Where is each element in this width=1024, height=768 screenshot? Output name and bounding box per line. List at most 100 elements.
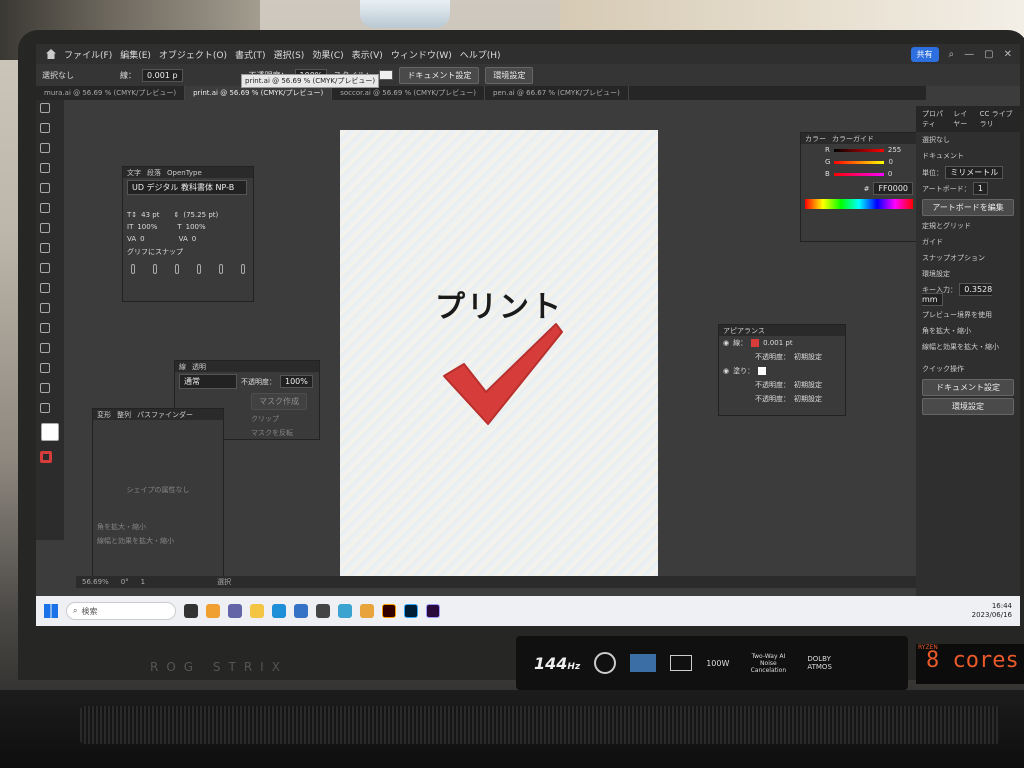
make-mask-button[interactable]: マスク作成 [251, 393, 307, 410]
search-icon[interactable]: ⌕ [949, 49, 955, 60]
menu-effect[interactable]: 効果(C) [312, 48, 343, 61]
preferences-button[interactable]: 環境設定 [485, 66, 534, 84]
menu-file[interactable]: ファイル(F) [64, 48, 112, 61]
eraser-tool-icon[interactable] [40, 323, 50, 333]
scale-tool-icon[interactable] [40, 363, 50, 373]
quick-preferences-button[interactable]: 環境設定 [922, 398, 1014, 415]
app-icon[interactable] [316, 604, 330, 618]
snap-anchor-icon[interactable] [241, 264, 245, 274]
selection-tool-icon[interactable] [40, 103, 50, 113]
artboard-number[interactable]: 1 [141, 578, 145, 586]
eye-icon[interactable]: ◉ [723, 339, 729, 347]
stroke-input[interactable]: 0.001 p [142, 68, 183, 82]
tab-opentype[interactable]: OpenType [167, 169, 202, 177]
unit-select[interactable]: ミリメートル [945, 166, 1004, 179]
tab-stroke[interactable]: 線 [179, 362, 186, 372]
taskbar-search[interactable]: ⌕ 検索 [66, 602, 176, 620]
r-value[interactable]: 255 [888, 146, 901, 154]
menu-view[interactable]: 表示(V) [352, 48, 383, 61]
paintbrush-tool-icon[interactable] [40, 283, 50, 293]
taskview-icon[interactable] [184, 604, 198, 618]
document-settings-button[interactable]: ドキュメント設定 [399, 66, 480, 84]
explorer-icon[interactable] [250, 604, 264, 618]
hex-input[interactable]: FF0000 [873, 182, 913, 195]
appearance-fill-opacity-value[interactable]: 初期設定 [794, 380, 822, 390]
curvature-tool-icon[interactable] [40, 203, 50, 213]
appearance-object-opacity-value[interactable]: 初期設定 [794, 394, 822, 404]
scale-strokes-dock-checkbox[interactable]: 線幅と効果を拡大・縮小 [916, 339, 1020, 355]
r-slider[interactable] [833, 148, 884, 152]
b-value[interactable]: 0 [888, 170, 892, 178]
eyedropper-tool-icon[interactable] [40, 383, 50, 393]
tab-mura[interactable]: mura.ai @ 56.69 % (CMYK/プレビュー) [36, 86, 186, 100]
tab-layers[interactable]: レイヤー [953, 109, 973, 129]
direct-selection-tool-icon[interactable] [40, 123, 50, 133]
pen-tool-icon[interactable] [40, 183, 50, 193]
zoom-tool-icon[interactable] [40, 403, 50, 413]
g-slider[interactable] [834, 160, 885, 164]
tab-cc-libraries[interactable]: CC ライブラリ [980, 109, 1014, 129]
rectangle-tool-icon[interactable] [40, 263, 50, 273]
snap-proximity-icon[interactable] [197, 264, 201, 274]
menu-type[interactable]: 書式(T) [235, 48, 266, 61]
checkmark-shape[interactable] [438, 320, 568, 432]
type-tool-icon[interactable] [40, 223, 50, 233]
style-swatch[interactable] [379, 70, 394, 80]
line-tool-icon[interactable] [40, 243, 50, 253]
widgets-icon[interactable] [206, 604, 220, 618]
tab-align[interactable]: 整列 [117, 410, 131, 420]
eye-icon[interactable]: ◉ [723, 367, 729, 375]
taskbar-clock[interactable]: 16:44 2023/06/16 [972, 602, 1012, 620]
leading-input[interactable]: (75.25 pt) [183, 211, 218, 219]
clip-checkbox[interactable]: クリップ [251, 414, 279, 424]
tab-pathfinder[interactable]: パスファインダー [137, 410, 193, 420]
teams-icon[interactable] [228, 604, 242, 618]
lasso-tool-icon[interactable] [40, 163, 50, 173]
store-icon[interactable] [294, 604, 308, 618]
edit-artboard-button[interactable]: アートボードを編集 [922, 199, 1014, 216]
tab-character[interactable]: 文字 [127, 168, 141, 178]
appearance-stroke-value[interactable]: 0.001 pt [763, 339, 792, 347]
menu-edit[interactable]: 編集(E) [120, 48, 151, 61]
color-spectrum[interactable] [805, 199, 913, 209]
scale-corners-dock-checkbox[interactable]: 角を拡大・縮小 [916, 323, 1020, 339]
files-icon[interactable] [360, 604, 374, 618]
stroke-swatch-icon[interactable] [40, 451, 52, 463]
artboard-select[interactable]: 1 [972, 182, 988, 195]
menu-window[interactable]: ウィンドウ(W) [391, 48, 452, 61]
photoshop-icon[interactable] [404, 604, 418, 618]
scale-corners-checkbox[interactable]: 角を拡大・縮小 [97, 522, 146, 532]
share-button[interactable]: 共有 [910, 46, 939, 62]
tab-color[interactable]: カラー [805, 134, 826, 144]
menu-object[interactable]: オブジェクト(O) [159, 48, 227, 61]
zoom-level[interactable]: 56.69% [82, 578, 109, 586]
tab-properties[interactable]: プロパティ [922, 109, 947, 129]
tab-pen[interactable]: pen.ai @ 66.67 % (CMYK/プレビュー) [485, 86, 629, 100]
font-family-select[interactable]: UD デジタル 教科書体 NP-B [127, 180, 247, 195]
illustrator-icon[interactable] [382, 604, 396, 618]
transparency-opacity-input[interactable]: 100% [280, 375, 313, 388]
tab-transparency[interactable]: 透明 [192, 362, 206, 372]
tracking-input[interactable]: 0 [192, 235, 196, 243]
artboard[interactable]: プリント [340, 130, 658, 576]
premiere-icon[interactable] [426, 604, 440, 618]
rotate-tool-icon[interactable] [40, 343, 50, 353]
quick-document-settings-button[interactable]: ドキュメント設定 [922, 379, 1014, 396]
preview-bounds-checkbox[interactable]: プレビュー境界を使用 [916, 307, 1020, 323]
scale-strokes-checkbox[interactable]: 線幅と効果を拡大・縮小 [97, 536, 174, 546]
chrome-icon[interactable] [338, 604, 352, 618]
menu-select[interactable]: 選択(S) [274, 48, 305, 61]
tab-color-guide[interactable]: カラーガイド [832, 134, 874, 144]
fill-swatch-icon[interactable] [41, 423, 59, 441]
snap-bounds-icon[interactable] [175, 264, 179, 274]
kerning-input[interactable]: 0 [140, 235, 144, 243]
invert-mask-checkbox[interactable]: マスクを反転 [251, 428, 293, 438]
edge-icon[interactable] [272, 604, 286, 618]
tab-print[interactable]: print.ai @ 56.69 % (CMYK/プレビュー) [185, 86, 333, 100]
font-size-input[interactable]: 43 pt [141, 211, 159, 219]
home-icon[interactable] [46, 49, 56, 59]
blend-mode-select[interactable]: 通常 [179, 374, 237, 389]
close-icon[interactable]: ✕ [1004, 49, 1012, 60]
pencil-tool-icon[interactable] [40, 303, 50, 313]
tab-soccor[interactable]: soccor.ai @ 56.69 % (CMYK/プレビュー) [332, 86, 486, 100]
